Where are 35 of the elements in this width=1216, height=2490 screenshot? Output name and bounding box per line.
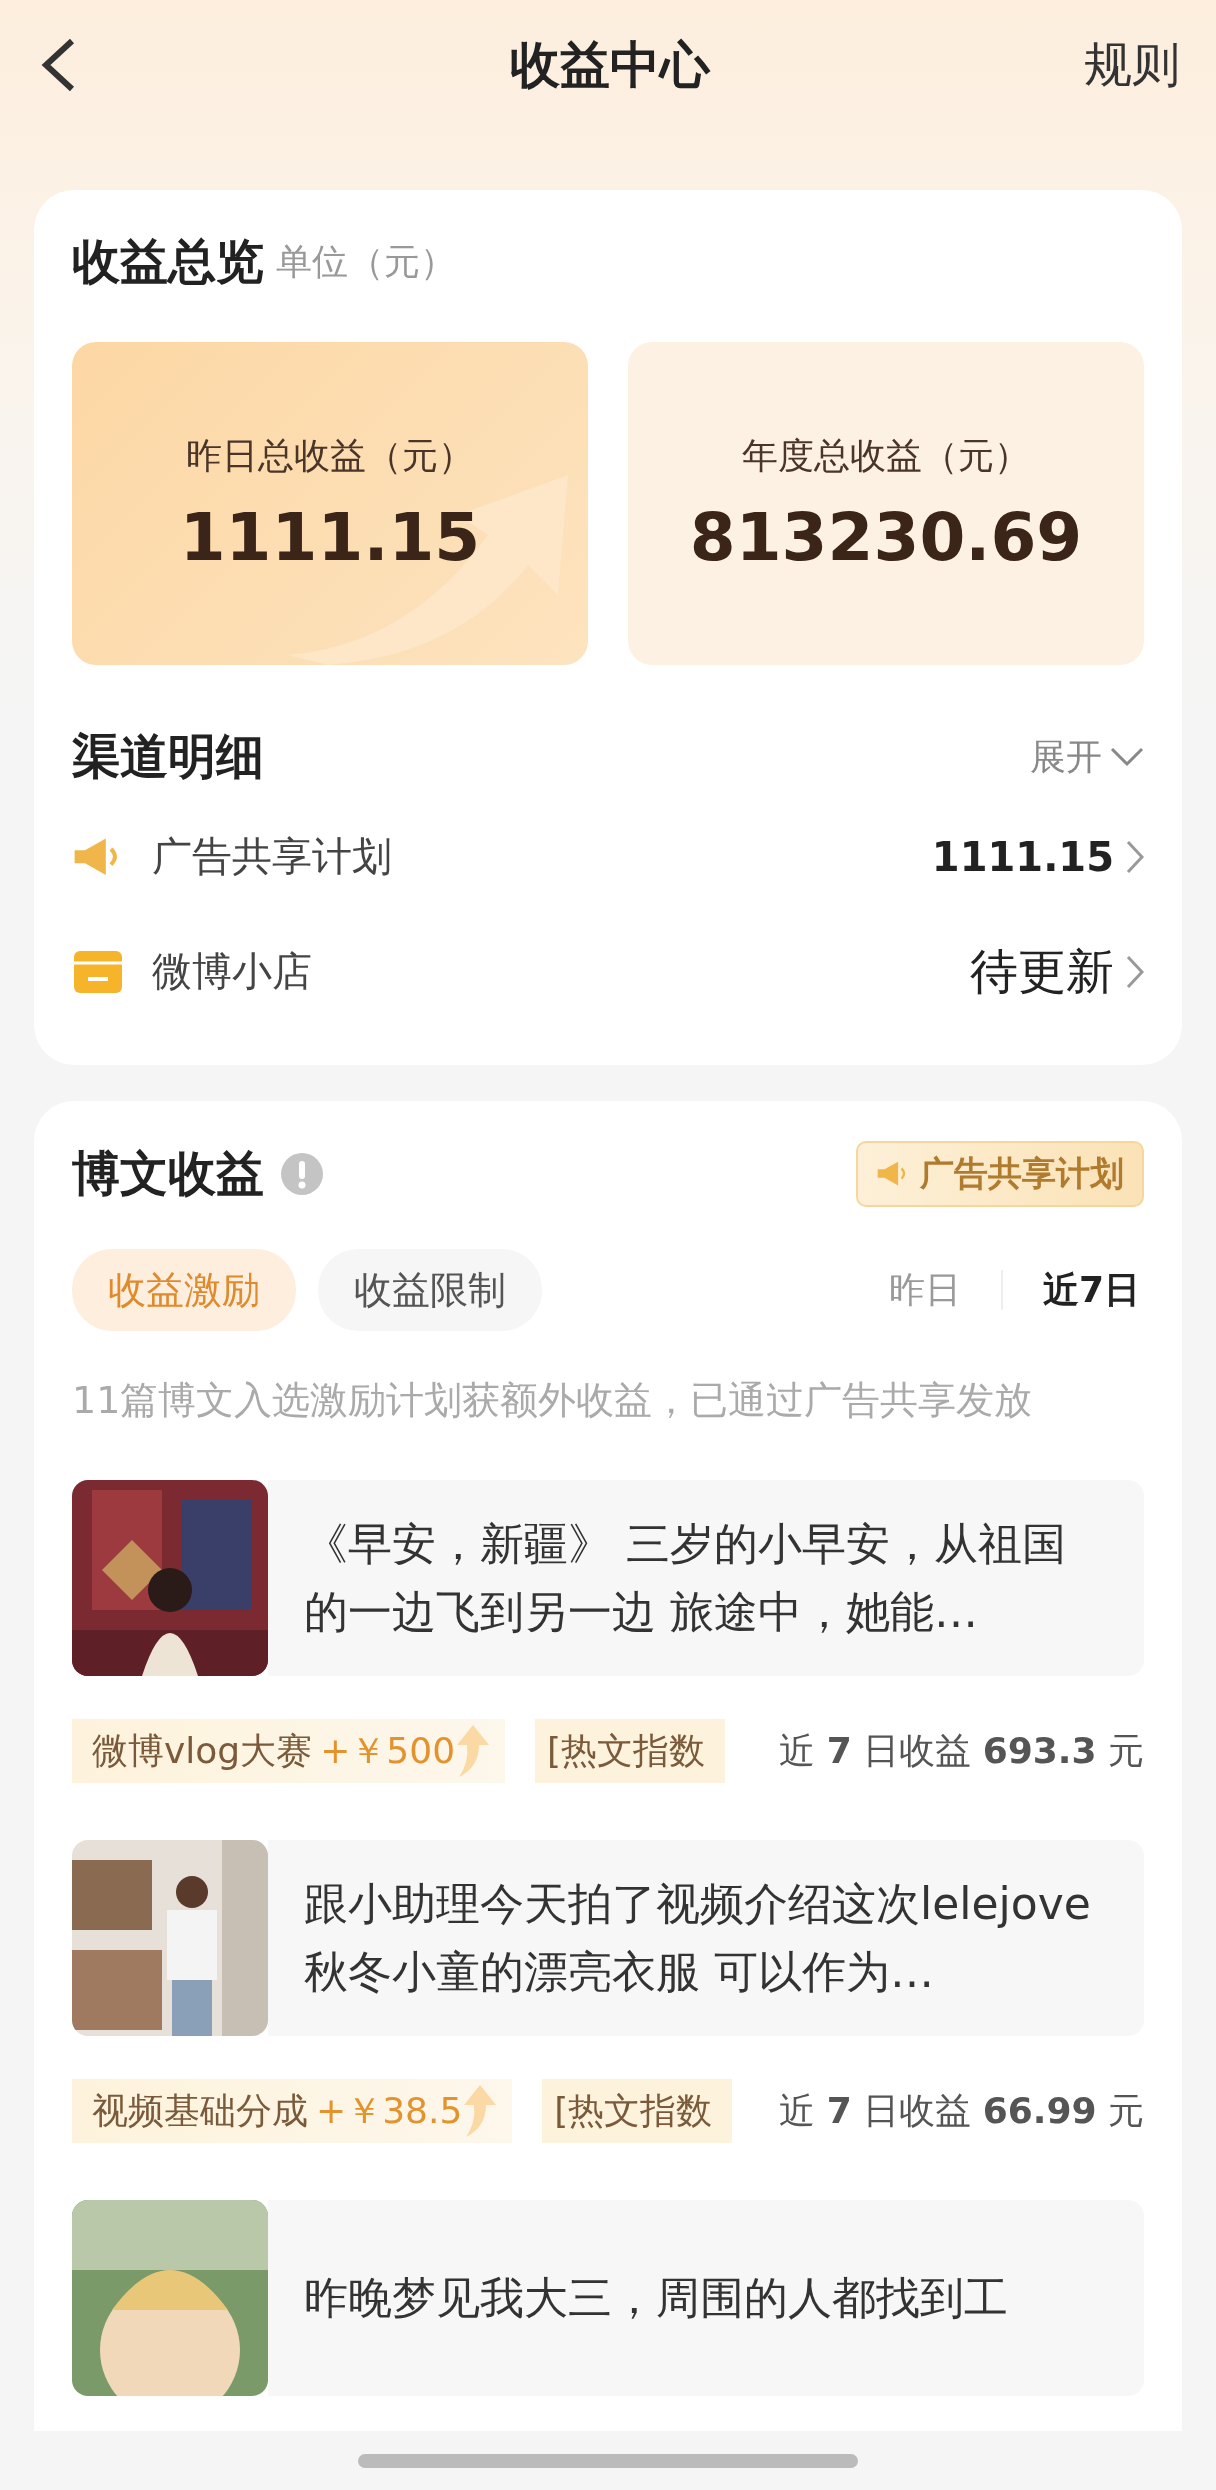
unit-label: 单位（元） [276, 239, 456, 284]
chevron-icon [1126, 954, 1144, 989]
earning-text: 近 7 日收益 693.3 元 [779, 1728, 1144, 1773]
expand-toggle[interactable]: 展开 [1030, 732, 1144, 782]
period-tab[interactable]: 近7日 [1038, 1265, 1144, 1315]
stat-label: 昨日总收益（元） [186, 433, 474, 478]
post-text[interactable]: 《早安，新疆》 三岁的小早安，从祖国的一边飞到另一边 旅途中，她能… [268, 1480, 1144, 1676]
bonus-amount: +￥500 [320, 1728, 456, 1773]
reward-tag: [热文指数 [535, 1719, 726, 1783]
bonus-amount: +￥38.5 [316, 2088, 463, 2133]
reward-tag: [热文指数 [542, 2079, 733, 2143]
stat-label: 年度总收益（元） [742, 433, 1030, 478]
chevron-icon [1126, 839, 1144, 874]
section-title: 博文收益 [72, 1144, 264, 1203]
channel-value[interactable]: 待更新 [970, 939, 1144, 1004]
earning-text: 近 7 日收益 66.99 元 [779, 2088, 1144, 2133]
page-title: 收益中心 [510, 34, 710, 96]
rules-link[interactable]: 规则 [1084, 33, 1180, 97]
up-arrow-icon [462, 2083, 499, 2139]
channel-name: 广告共享计划 [152, 832, 393, 881]
channel-name: 微博小店 [152, 947, 313, 996]
filter-tab[interactable]: 收益限制 [318, 1249, 542, 1331]
post-text[interactable]: 跟小助理今天拍了视频介绍这次lelejove 秋冬小童的漂亮衣服 可以作为… [268, 1840, 1144, 2036]
post-text[interactable]: 昨晚梦见我大三，周围的人都找到工 [268, 2200, 1144, 2396]
stat-value: 813230.69 [689, 498, 1083, 576]
channel-value[interactable]: 1111.15 [931, 833, 1144, 880]
section-title: 渠道明细 [72, 727, 264, 786]
shop-icon [72, 948, 124, 995]
chevron-icon [1110, 747, 1144, 767]
up-arrow-icon [455, 1723, 492, 1779]
info-text: 11篇博文入选激励计划获额外收益，已通过广告共享发放 [72, 1377, 1034, 1424]
tag-label: 视频基础分成 [92, 2088, 308, 2133]
section-title: 收益总览 [72, 232, 264, 291]
tag-label: 微博vlog大赛 [92, 1728, 313, 1773]
stat-value: 1111.15 [179, 498, 481, 576]
